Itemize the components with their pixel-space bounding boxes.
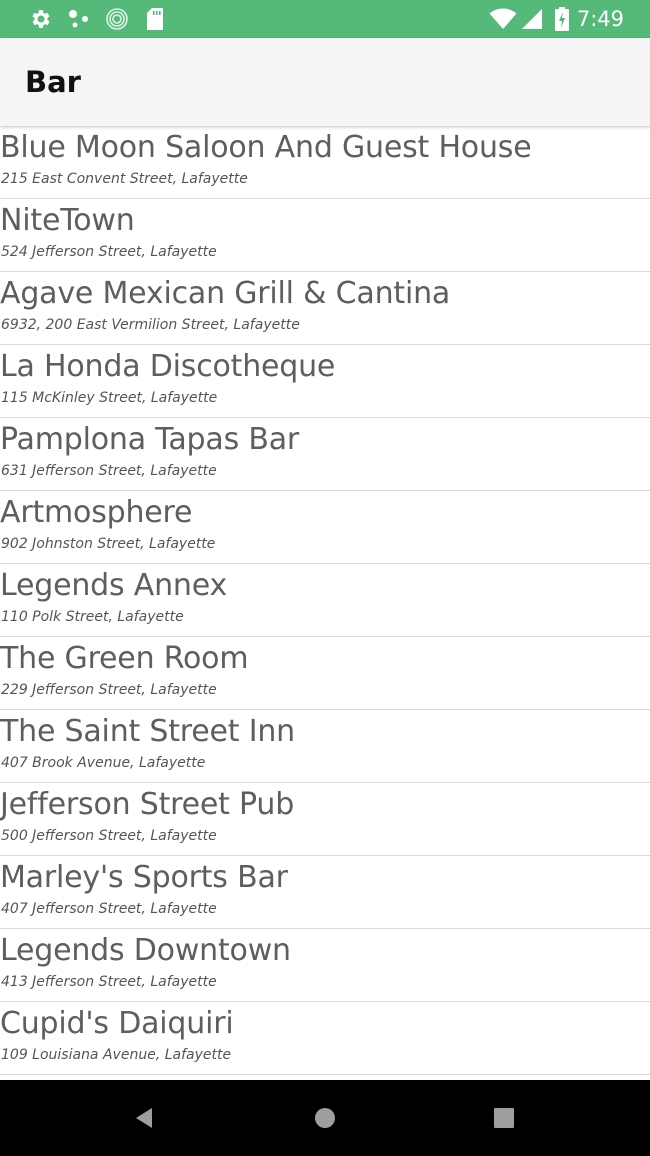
sync-icon bbox=[104, 6, 130, 32]
venue-address: 109 Louisiana Avenue, Lafayette bbox=[1, 1047, 232, 1063]
venue-address: 631 Jefferson Street, Lafayette bbox=[1, 463, 217, 479]
venue-name: The Saint Street Inn bbox=[0, 714, 295, 749]
venue-name: Legends Annex bbox=[0, 568, 227, 603]
venue-list[interactable]: Blue Moon Saloon And Guest House 215 Eas… bbox=[0, 126, 650, 1080]
wifi-icon bbox=[488, 6, 518, 32]
settings-icon bbox=[28, 6, 54, 32]
list-item[interactable]: Legends Downtown 413 Jefferson Street, L… bbox=[0, 929, 650, 1002]
list-item[interactable]: Pamplona Tapas Bar 631 Jefferson Street,… bbox=[0, 418, 650, 491]
share-icon bbox=[66, 6, 92, 32]
venue-name: Jefferson Street Pub bbox=[0, 787, 295, 822]
venue-name: Artmosphere bbox=[0, 495, 193, 530]
list-item[interactable]: The Green Room 229 Jefferson Street, Laf… bbox=[0, 637, 650, 710]
list-item[interactable]: Jefferson Street Pub 500 Jefferson Stree… bbox=[0, 783, 650, 856]
navigation-bar bbox=[0, 1080, 650, 1156]
list-item[interactable]: Cupid's Daiquiri 109 Louisiana Avenue, L… bbox=[0, 1002, 650, 1075]
venue-address: 115 McKinley Street, Lafayette bbox=[1, 390, 218, 406]
venue-name: Marley's Sports Bar bbox=[0, 860, 288, 895]
venue-name: NiteTown bbox=[0, 203, 135, 238]
list-item[interactable]: Blue Moon Saloon And Guest House 215 Eas… bbox=[0, 126, 650, 199]
cell-signal-icon bbox=[520, 6, 544, 32]
venue-name: Legends Downtown bbox=[0, 933, 291, 968]
back-icon[interactable] bbox=[131, 1104, 159, 1132]
list-item[interactable]: Agave Mexican Grill & Cantina 6932, 200 … bbox=[0, 272, 650, 345]
venue-address: 6932, 200 East Vermilion Street, Lafayet… bbox=[1, 317, 300, 333]
venue-address: 215 East Convent Street, Lafayette bbox=[1, 171, 248, 187]
home-icon[interactable] bbox=[311, 1104, 339, 1132]
sd-card-icon bbox=[142, 6, 168, 32]
app-bar: Bar bbox=[0, 38, 650, 126]
list-item[interactable]: Artmosphere 902 Johnston Street, Lafayet… bbox=[0, 491, 650, 564]
venue-address: 524 Jefferson Street, Lafayette bbox=[1, 244, 217, 260]
status-time: 7:49 bbox=[576, 7, 624, 31]
venue-name: Agave Mexican Grill & Cantina bbox=[0, 276, 451, 311]
list-item[interactable]: La Honda Discotheque 115 McKinley Street… bbox=[0, 345, 650, 418]
list-item[interactable]: The Saint Street Inn 407 Brook Avenue, L… bbox=[0, 710, 650, 783]
venue-name: La Honda Discotheque bbox=[0, 349, 336, 384]
venue-address: 229 Jefferson Street, Lafayette bbox=[1, 682, 217, 698]
venue-address: 500 Jefferson Street, Lafayette bbox=[1, 828, 217, 844]
list-item[interactable]: Legends Annex 110 Polk Street, Lafayette bbox=[0, 564, 650, 637]
venue-address: 407 Jefferson Street, Lafayette bbox=[1, 901, 217, 917]
recents-icon[interactable] bbox=[490, 1104, 518, 1132]
venue-name: Blue Moon Saloon And Guest House bbox=[0, 130, 532, 165]
venue-name: Pamplona Tapas Bar bbox=[0, 422, 300, 457]
list-item[interactable]: Marley's Sports Bar 407 Jefferson Street… bbox=[0, 856, 650, 929]
battery-icon bbox=[553, 6, 571, 32]
status-bar: 7:49 bbox=[0, 0, 650, 38]
page-title: Bar bbox=[25, 65, 81, 99]
list-item[interactable]: NiteTown 524 Jefferson Street, Lafayette bbox=[0, 199, 650, 272]
venue-address: 413 Jefferson Street, Lafayette bbox=[1, 974, 217, 990]
venue-name: The Green Room bbox=[0, 641, 249, 676]
venue-address: 902 Johnston Street, Lafayette bbox=[1, 536, 216, 552]
venue-name: Cupid's Daiquiri bbox=[0, 1006, 234, 1041]
venue-address: 407 Brook Avenue, Lafayette bbox=[1, 755, 206, 771]
venue-address: 110 Polk Street, Lafayette bbox=[1, 609, 184, 625]
